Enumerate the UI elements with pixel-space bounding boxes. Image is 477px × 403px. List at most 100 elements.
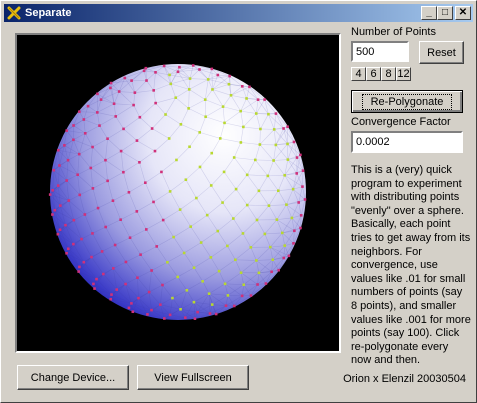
maximize-button[interactable]: □ (437, 6, 453, 20)
sphere-point (78, 193, 82, 197)
sphere-point (155, 245, 159, 248)
sphere-point (150, 127, 154, 130)
sphere-viewport[interactable] (15, 33, 341, 353)
sphere-point (232, 217, 235, 220)
sphere-point (135, 139, 139, 142)
minimize-button[interactable]: _ (421, 6, 437, 20)
preset-8-button[interactable]: 8 (381, 67, 396, 81)
sphere-point (65, 251, 68, 255)
sphere-point (239, 109, 242, 113)
x-logo-icon (7, 6, 21, 20)
sphere-point (82, 260, 86, 264)
sphere-point (96, 206, 100, 210)
preset-4-button[interactable]: 4 (351, 67, 366, 81)
sphere-point (99, 98, 103, 101)
sphere-point (104, 225, 107, 229)
sphere-point (176, 70, 180, 74)
sphere-point (184, 178, 188, 182)
preset-12-button[interactable]: 12 (396, 67, 411, 81)
sphere-point (106, 179, 109, 183)
sphere-point (292, 140, 296, 144)
reset-button[interactable]: Reset (419, 41, 464, 64)
sphere-point (153, 149, 157, 153)
sphere-point (292, 242, 295, 245)
sphere-point (258, 143, 262, 146)
sphere-point (150, 269, 153, 272)
number-of-points-input[interactable] (351, 41, 409, 62)
sphere-point (72, 124, 75, 127)
sphere-point (91, 232, 94, 235)
sphere-point (239, 141, 243, 144)
sphere-point (191, 64, 195, 67)
sphere-render (48, 64, 307, 320)
sphere-point (96, 92, 99, 96)
sphere-point (239, 271, 243, 275)
sphere-point (162, 64, 166, 68)
app-window: Separate _ □ ✕ Number of Points Reset 4 (0, 0, 477, 403)
sphere-point (117, 90, 121, 93)
sphere-point (115, 288, 119, 291)
sphere-point (102, 272, 105, 276)
sphere-point (301, 185, 304, 188)
change-device-button[interactable]: Change Device... (17, 365, 129, 390)
sphere-point (249, 294, 253, 297)
sphere-point (111, 199, 115, 203)
sphere-point (124, 282, 127, 286)
sphere-point (201, 280, 204, 283)
sphere-point (196, 310, 199, 314)
sphere-point (248, 85, 251, 89)
sphere-point (303, 198, 307, 201)
sphere-point (208, 312, 212, 315)
sphere-point (188, 145, 191, 149)
sphere-point (255, 259, 258, 262)
sphere-point (203, 98, 207, 101)
sphere-point (65, 179, 68, 182)
repolygonate-label: Re-Polygonate (361, 93, 453, 110)
sphere-point (135, 210, 139, 213)
sphere-point (65, 129, 68, 132)
convergence-factor-input[interactable] (351, 131, 463, 153)
sphere-point (144, 181, 147, 185)
sphere-point (124, 260, 128, 264)
sphere-point (77, 270, 80, 273)
sphere-point (64, 223, 67, 227)
sphere-point (109, 86, 112, 90)
title-bar[interactable]: Separate _ □ ✕ (4, 4, 473, 22)
sphere-point (192, 300, 196, 304)
sphere-point (267, 112, 270, 116)
sphere-point (172, 235, 175, 239)
sphere-point (301, 169, 305, 172)
sphere-point (283, 244, 287, 247)
sphere-point (282, 256, 286, 260)
sphere-point (245, 97, 248, 100)
sphere-point (127, 306, 131, 310)
sphere-point (63, 144, 66, 147)
sphere-point (240, 294, 244, 298)
sphere-point (72, 242, 75, 246)
sphere-point (299, 153, 302, 157)
sphere-point (98, 124, 101, 127)
sphere-point (78, 110, 81, 113)
sphere-point (131, 310, 135, 314)
sphere-point (185, 288, 189, 292)
sphere-point (187, 107, 190, 110)
sphere-point (96, 111, 99, 114)
sphere-point (189, 225, 192, 228)
sphere-point (138, 115, 142, 119)
sphere-point (299, 214, 303, 217)
sphere-point (110, 293, 113, 296)
sphere-point (83, 213, 87, 216)
preset-6-button[interactable]: 6 (366, 67, 381, 81)
sphere-point (130, 79, 133, 82)
sphere-point (175, 158, 178, 162)
sphere-point (241, 232, 245, 235)
sphere-point (72, 218, 76, 222)
view-fullscreen-button[interactable]: View Fullscreen (137, 365, 249, 390)
sphere-point (144, 228, 148, 231)
sphere-point (76, 173, 79, 177)
sphere-point (221, 105, 225, 108)
sphere-point (127, 190, 131, 194)
repolygonate-button[interactable]: Re-Polygonate (351, 90, 463, 113)
close-button[interactable]: ✕ (455, 6, 471, 20)
sphere-point (182, 251, 186, 255)
